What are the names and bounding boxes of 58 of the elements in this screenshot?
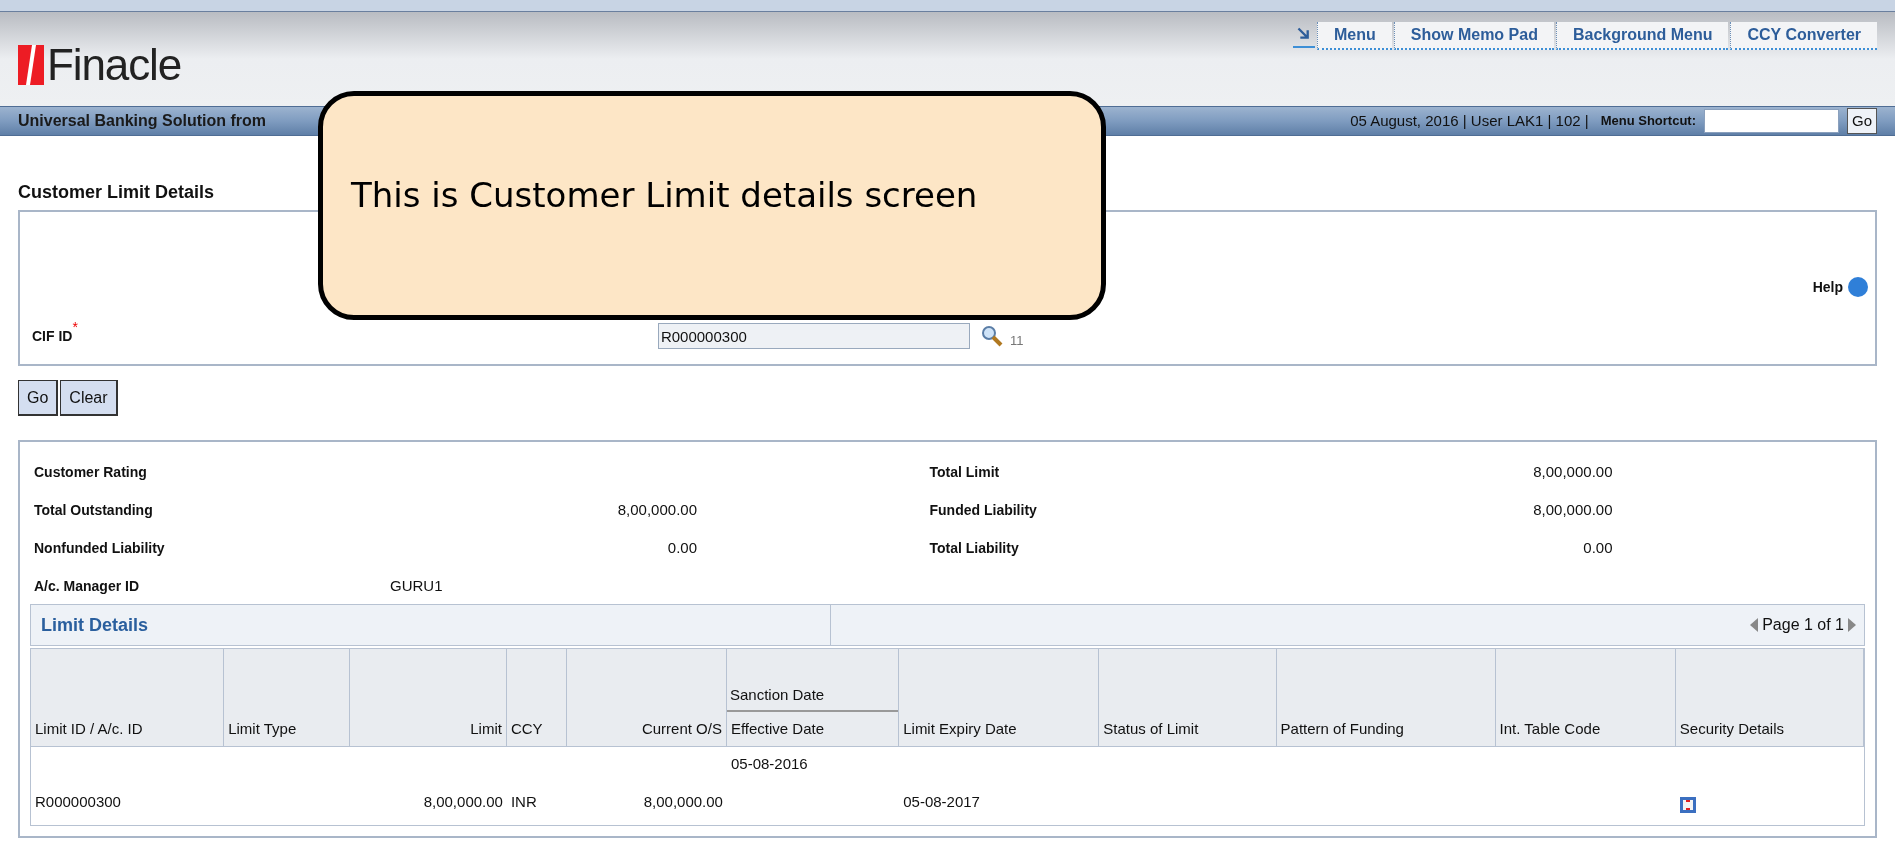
shortcut-field[interactable] bbox=[1704, 109, 1839, 133]
table-cell-text: INR bbox=[509, 791, 538, 812]
column-header: Limit bbox=[469, 719, 503, 739]
summary-label: Total Liability bbox=[928, 538, 1020, 558]
session-info: 05 August, 2016 | User LAK1 | 102 | bbox=[1350, 110, 1589, 131]
tagline: Universal Banking Solution from bbox=[18, 111, 267, 131]
pager-text: Page 1 of 1 bbox=[1762, 615, 1844, 635]
details-icon[interactable] bbox=[1679, 797, 1696, 813]
summary-value: GURU1 bbox=[390, 575, 443, 596]
column-group-header: Sanction Date bbox=[726, 678, 899, 712]
summary-value: 0.00 bbox=[1582, 537, 1613, 558]
action-button[interactable]: Clear bbox=[60, 380, 118, 416]
required-mark: * bbox=[72, 317, 78, 337]
previous-page-icon[interactable] bbox=[1750, 618, 1759, 632]
table-cell-text: R000000300 bbox=[34, 791, 122, 812]
action-button[interactable]: Go bbox=[18, 380, 59, 416]
column-header: Security Details bbox=[1678, 719, 1785, 739]
column-header: Limit Expiry Date bbox=[902, 719, 1018, 739]
result-count: 11 bbox=[1009, 331, 1024, 350]
page-title: Customer Limit Details bbox=[18, 180, 215, 204]
field-label: CIF ID bbox=[32, 327, 73, 346]
help-icon[interactable] bbox=[1847, 276, 1869, 298]
next-page-icon[interactable] bbox=[1848, 618, 1856, 632]
help-link[interactable]: Help bbox=[1812, 276, 1843, 298]
summary-value: 0.00 bbox=[666, 537, 697, 558]
menu-link[interactable]: Show Memo Pad bbox=[1393, 22, 1554, 50]
section-title: Limit Details bbox=[41, 613, 149, 637]
menu-link[interactable]: Menu bbox=[1317, 22, 1392, 50]
table-cell-text: 8,00,000.00 bbox=[422, 791, 504, 812]
summary-label: A/c. Manager ID bbox=[33, 576, 141, 596]
column-header: CCY bbox=[509, 719, 544, 739]
menu-link[interactable]: CCY Converter bbox=[1730, 22, 1877, 50]
summary-label: Total Outstanding bbox=[33, 500, 154, 520]
summary-label: Customer Rating bbox=[33, 462, 148, 482]
column-header: Effective Date bbox=[729, 719, 826, 739]
column-header: Limit ID / A/c. ID bbox=[34, 719, 144, 739]
summary-value: 8,00,000.00 bbox=[1532, 499, 1613, 520]
summary-label: Total Limit bbox=[928, 462, 1001, 482]
column-header: Int. Table Code bbox=[1498, 719, 1602, 739]
summary-label: Funded Liability bbox=[928, 500, 1038, 520]
table-cell-text: 05-08-2017 bbox=[902, 791, 981, 812]
logo-text: Finacle bbox=[47, 43, 182, 87]
logo-icon bbox=[18, 45, 44, 85]
callout-text: This is Customer Limit details screen bbox=[351, 174, 978, 217]
column-header: Status of Limit bbox=[1102, 719, 1200, 739]
summary-value: 8,00,000.00 bbox=[1532, 461, 1613, 482]
search-icon[interactable] bbox=[979, 324, 1004, 349]
shortcut-go-button[interactable]: Go bbox=[1847, 108, 1877, 134]
column-header: Current O/S bbox=[640, 719, 723, 739]
shortcut-label: Menu Shortcut: bbox=[1600, 112, 1696, 131]
column-header: Limit Type bbox=[227, 719, 298, 739]
cif-id-field[interactable]: R000000300 bbox=[657, 323, 970, 350]
summary-value: 8,00,000.00 bbox=[616, 499, 697, 520]
menu-link[interactable]: Background Menu bbox=[1555, 22, 1729, 50]
summary-label: Nonfunded Liability bbox=[33, 538, 166, 558]
table-cell-text: 05-08-2016 bbox=[730, 754, 808, 774]
column-header: Pattern of Funding bbox=[1279, 719, 1405, 739]
table-cell-text: 8,00,000.00 bbox=[642, 791, 724, 812]
